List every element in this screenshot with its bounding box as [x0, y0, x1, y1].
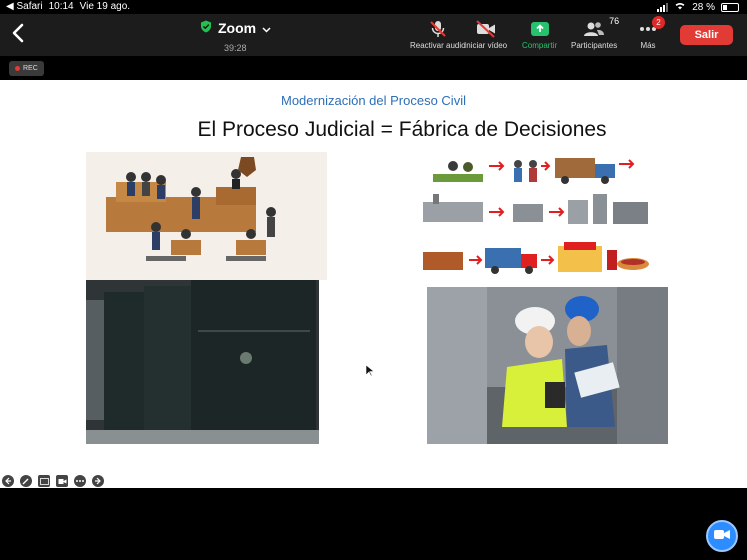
- video-off-icon: [475, 18, 497, 40]
- ios-status-bar: ◀ Safari 10:14 Vie 19 ago. 28 %: [0, 0, 747, 14]
- law-books-photo: [86, 280, 319, 444]
- battery-level: 28 %: [692, 1, 715, 13]
- courtroom-illustration: [86, 152, 327, 280]
- recording-badge: REC: [9, 61, 44, 76]
- meeting-timer: 39:28: [224, 43, 247, 53]
- participants-count: 76: [609, 16, 620, 26]
- participants-icon: 76: [583, 16, 619, 40]
- share-label: Compartir: [522, 41, 558, 50]
- cursor-pointer-icon: [365, 364, 375, 382]
- more-options-icon[interactable]: [74, 475, 86, 487]
- cellular-signal-icon: [657, 2, 669, 12]
- pen-icon[interactable]: [20, 475, 32, 487]
- video-camera-button[interactable]: [706, 520, 738, 552]
- next-slide-icon[interactable]: [92, 475, 104, 487]
- more-button[interactable]: 2 Más: [639, 16, 665, 50]
- clock-time: 10:14: [48, 1, 74, 12]
- shared-screen-slide: Modernización del Proceso Civil El Proce…: [0, 80, 747, 488]
- factory-process-illustration: [423, 152, 653, 286]
- recording-dot-icon: [15, 66, 20, 71]
- leave-meeting-button[interactable]: Salir: [680, 25, 733, 45]
- zoom-top-toolbar: Zoom 39:28 Reactivar audio Iniciar vídeo…: [0, 14, 747, 56]
- engineers-photo: [427, 287, 668, 444]
- battery-icon: [721, 2, 739, 12]
- annotation-toolbar: [2, 475, 104, 487]
- previous-slide-icon[interactable]: [2, 475, 14, 487]
- meeting-title[interactable]: Zoom: [200, 20, 271, 36]
- share-icon: [530, 18, 550, 40]
- chevron-down-icon: [262, 20, 271, 36]
- notification-badge: 2: [652, 16, 665, 29]
- video-off-small-icon[interactable]: [56, 475, 68, 487]
- recording-label: REC: [23, 65, 38, 72]
- participants-button[interactable]: 76 Participantes: [571, 16, 619, 50]
- captions-icon[interactable]: [38, 475, 50, 487]
- start-video-button[interactable]: Iniciar vídeo: [464, 18, 507, 50]
- wifi-icon: [674, 1, 686, 13]
- participants-label: Participantes: [571, 41, 618, 50]
- start-video-label: Iniciar vídeo: [464, 41, 508, 50]
- more-label: Más: [640, 41, 656, 50]
- unmute-audio-button[interactable]: Reactivar audio: [410, 18, 466, 50]
- meeting-name: Zoom: [218, 20, 257, 36]
- slide-subtitle: Modernización del Proceso Civil: [281, 93, 466, 108]
- video-camera-icon: [714, 527, 730, 545]
- shield-check-icon: [200, 20, 212, 36]
- back-to-safari-link[interactable]: ◀ Safari: [6, 1, 43, 12]
- bottom-area: [0, 512, 747, 560]
- date: Vie 19 ago.: [79, 1, 131, 12]
- more-icon: 2: [639, 16, 665, 40]
- back-chevron-icon[interactable]: [10, 22, 28, 44]
- share-screen-button[interactable]: Compartir: [522, 18, 557, 50]
- unmute-audio-label: Reactivar audio: [410, 41, 466, 50]
- slide-title: El Proceso Judicial = Fábrica de Decisio…: [197, 118, 607, 141]
- mic-muted-icon: [428, 18, 448, 40]
